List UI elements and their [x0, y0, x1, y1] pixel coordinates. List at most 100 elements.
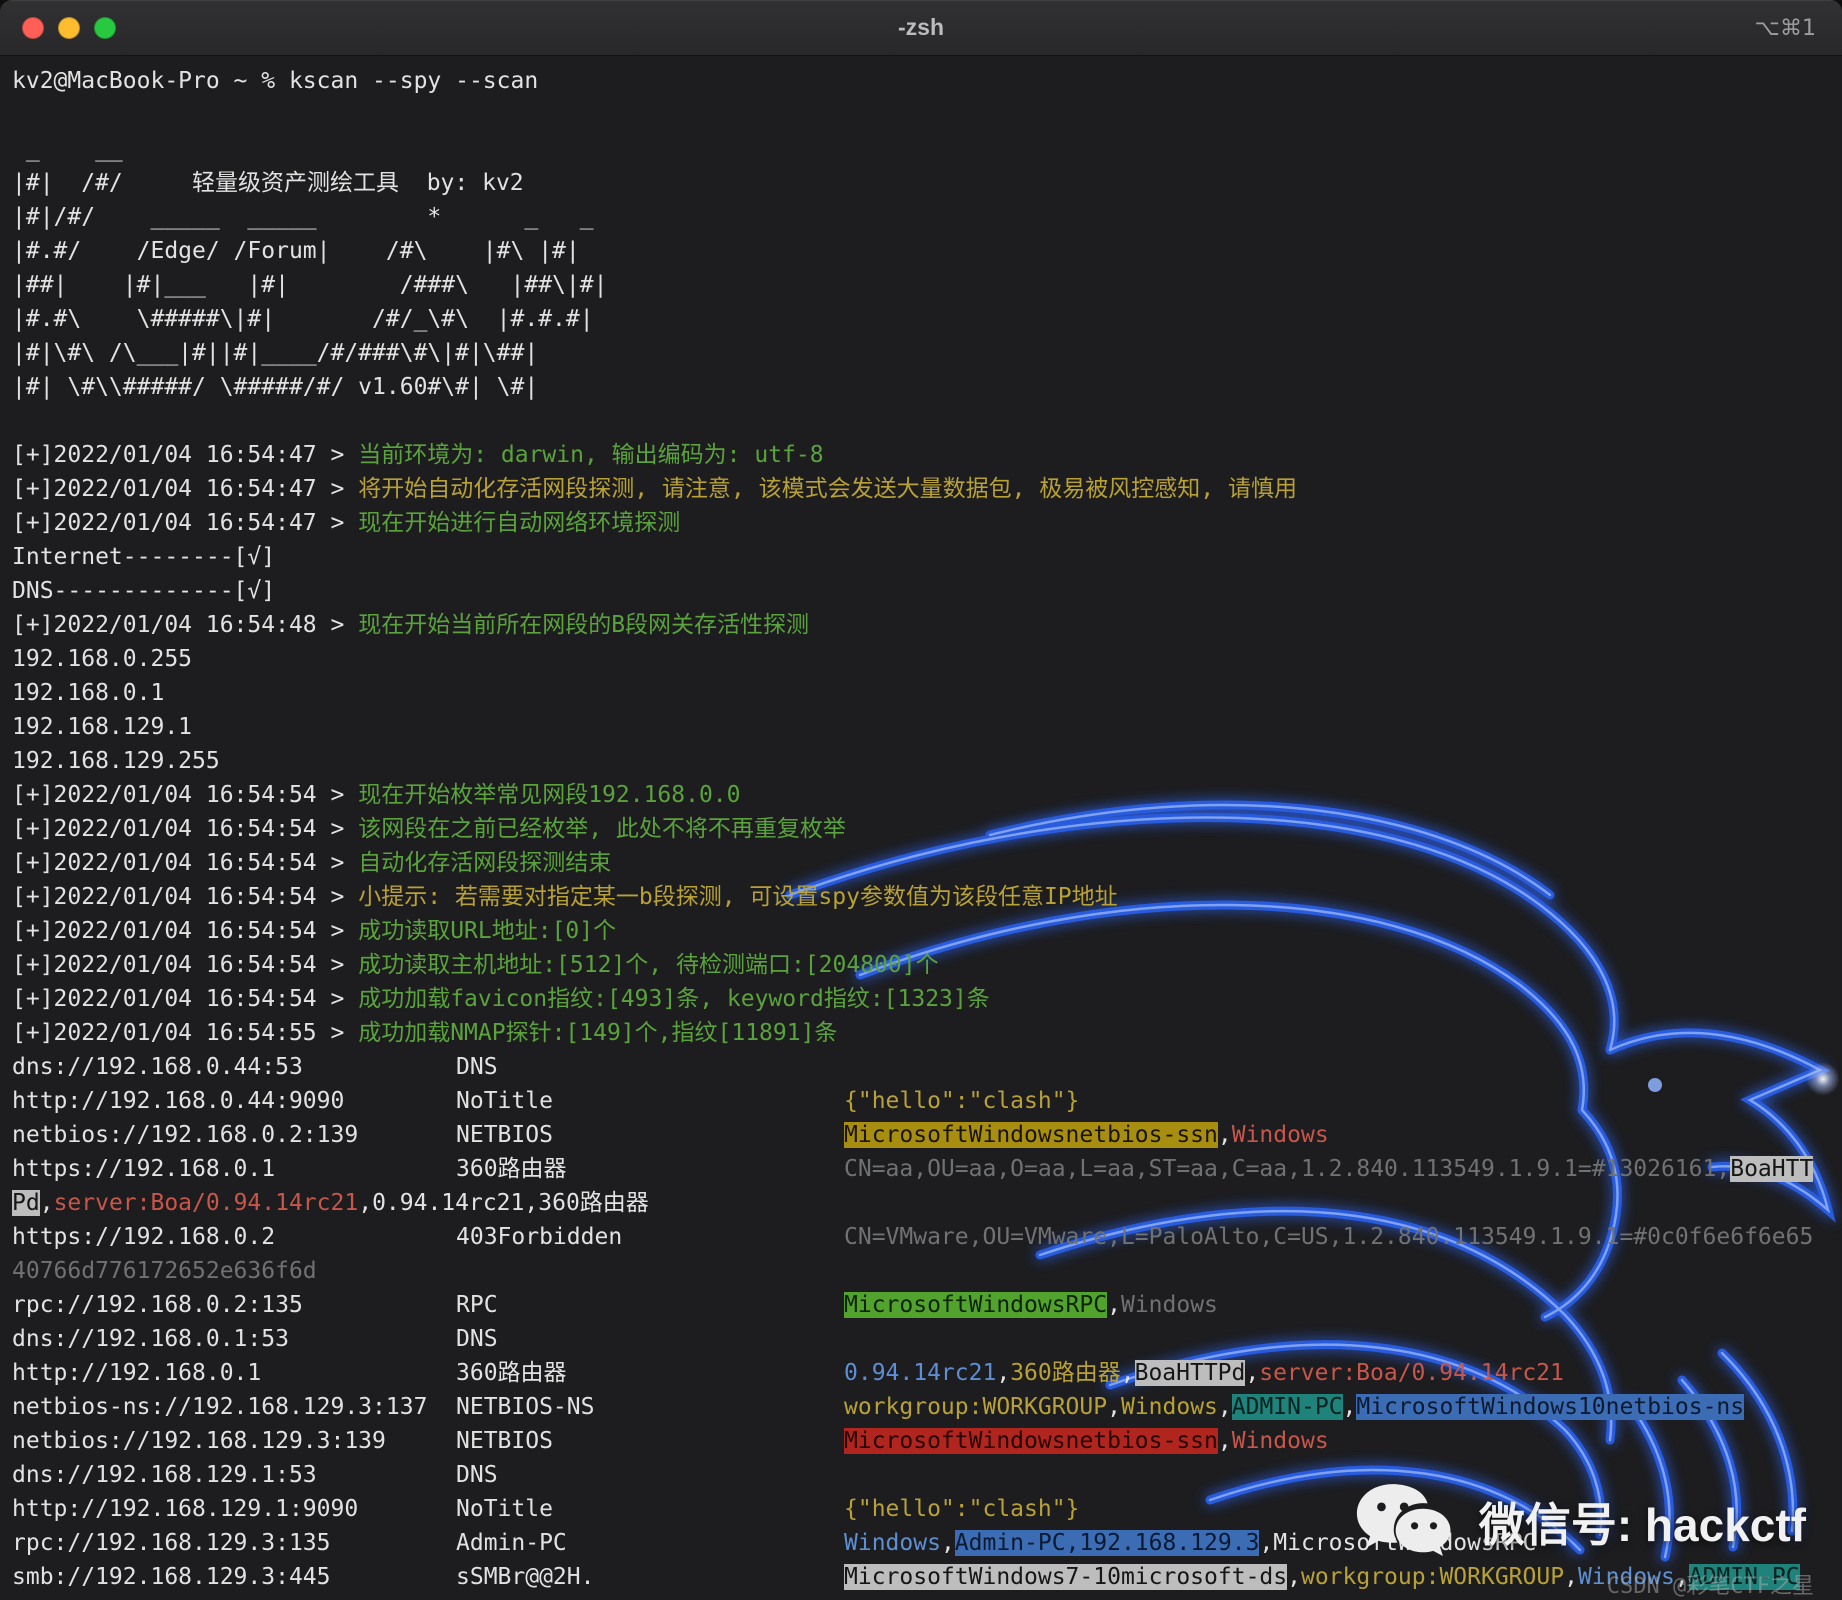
terminal-line: [+]2022/01/04 16:54:54 > 成功加载favicon指纹:[…: [12, 982, 1842, 1016]
text-segment: ,: [1564, 1564, 1578, 1590]
result-url: netbios://192.168.129.3:139: [12, 1428, 386, 1454]
text-segment: 0.94.14rc21: [844, 1360, 997, 1386]
terminal-line: [+]2022/01/04 16:54:47 > 当前环境为: darwin, …: [12, 438, 1842, 472]
text-segment: 0.94.14rc21: [372, 1190, 525, 1216]
terminal-line: [+]2022/01/04 16:54:47 > 将开始自动化存活网段探测, 请…: [12, 472, 1842, 506]
text-segment: [+]2022/01/04 16:54:55 >: [12, 1020, 359, 1046]
terminal-line: [+]2022/01/04 16:54:54 > 成功读取主机地址:[512]个…: [12, 948, 1842, 982]
result-banner: sSMBr@@2H.: [456, 1564, 595, 1590]
result-url: dns://192.168.129.1:53: [12, 1462, 317, 1488]
terminal-line: |#| /#/ 轻量级资产测绘工具 by: kv2: [12, 166, 1842, 200]
text-segment: |#|/#/ _____ _____ * _ _: [12, 204, 594, 230]
text-segment: 192.168.0.255: [12, 646, 193, 672]
terminal-line: 192.168.129.1: [12, 710, 1842, 744]
terminal-line: 192.168.129.255: [12, 744, 1842, 778]
result-url: netbios://192.168.0.2:139: [12, 1122, 359, 1148]
text-segment: MicrosoftWindows10netbios-ns: [1356, 1394, 1745, 1420]
result-row: https://192.168.0.1 360路由器 CN=aa,OU=aa,O=a…: [12, 1152, 1842, 1186]
terminal-line: [+]2022/01/04 16:54:54 > 该网段在之前已经枚举, 此处不…: [12, 812, 1842, 846]
minimize-button[interactable]: [58, 17, 80, 39]
zoom-button[interactable]: [94, 17, 116, 39]
text-segment: Admin-PC,192.168.129.3: [954, 1530, 1260, 1556]
result-row: https://192.168.0.2 403Forbidden CN=VMware…: [12, 1220, 1842, 1254]
text-segment: ,: [1287, 1564, 1301, 1590]
wechat-id-label: 微信号: hackctf: [1478, 1499, 1806, 1551]
terminal-line: [+]2022/01/04 16:54:54 > 小提示: 若需要对指定某一b段…: [12, 880, 1842, 914]
result-banner: NoTitle: [456, 1496, 553, 1522]
text-segment: DNS-------------[√]: [12, 578, 276, 604]
text-segment: [+]2022/01/04 16:54:54 >: [12, 782, 359, 808]
close-button[interactable]: [22, 17, 44, 39]
text-segment: 成功加载NMAP探针:[149]个,指纹[11891]条: [358, 1020, 838, 1046]
text-segment: |#.#\ \#####\|#| /#/_\#\ |#.#.#|: [12, 306, 594, 332]
terminal[interactable]: kv2@MacBook-Pro ~ % kscan --spy --scan _…: [0, 56, 1842, 1600]
text-segment: server:Boa/0.94.14rc21: [53, 1190, 359, 1216]
text-segment: ,: [1259, 1530, 1274, 1556]
text-segment: kv2@MacBook-Pro ~ % kscan --spy --scan: [12, 68, 539, 94]
text-segment: [+]2022/01/04 16:54:47 >: [12, 442, 359, 468]
result-banner: DNS: [456, 1326, 498, 1352]
text-segment: workgroup:WORKGROUP: [1300, 1564, 1565, 1590]
terminal-line: |##| |#|___ |#| /###\ |##\|#|: [12, 268, 1842, 302]
result-banner: NETBIOS-NS: [456, 1394, 595, 1420]
result-banner: NoTitle: [456, 1088, 553, 1114]
result-url: dns://192.168.0.1:53: [12, 1326, 289, 1352]
text-segment: 该网段在之前已经枚举, 此处不将不再重复枚举: [358, 816, 846, 842]
text-segment: _ __: [12, 136, 123, 162]
text-segment: [+]2022/01/04 16:54:54 >: [12, 952, 359, 978]
terminal-window: -zsh ⌥⌘1 kv2@MacBook-Pro ~ % kscan --spy…: [0, 0, 1842, 1600]
text-segment: |#| /#/ 轻量级资产测绘工具 by: kv2: [12, 170, 524, 196]
window-title: -zsh: [898, 14, 944, 40]
result-banner: DNS: [456, 1462, 498, 1488]
result-banner: NETBIOS: [456, 1428, 553, 1454]
text-segment: ,: [1245, 1360, 1260, 1386]
text-segment: ,: [1107, 1394, 1121, 1420]
wechat-watermark: 微信号: hackctf: [1355, 1478, 1806, 1566]
terminal-line: |#|/#/ _____ _____ * _ _: [12, 200, 1842, 234]
text-segment: Windows: [1120, 1394, 1218, 1420]
text-segment: workgroup:WORKGROUP: [844, 1394, 1108, 1420]
terminal-line: [+]2022/01/04 16:54:54 > 现在开始枚举常见网段192.1…: [12, 778, 1842, 812]
text-segment: ,: [1107, 1292, 1121, 1318]
text-segment: [+]2022/01/04 16:54:47 >: [12, 510, 359, 536]
text-segment: Windows: [1120, 1292, 1218, 1318]
result-banner: 360路由器: [456, 1360, 567, 1386]
result-url: https://192.168.0.1: [12, 1156, 276, 1182]
text-segment: 192.168.0.1: [12, 680, 165, 706]
text-segment: 40766d776172652e636f6d: [12, 1258, 317, 1284]
text-segment: ,: [940, 1530, 955, 1556]
text-segment: MicrosoftWindowsnetbios-ssn: [844, 1428, 1218, 1454]
text-segment: [+]2022/01/04 16:54:54 >: [12, 884, 359, 910]
result-row: dns://192.168.0.1:53 DNS: [12, 1322, 1842, 1356]
text-segment: [+]2022/01/04 16:54:47 >: [12, 476, 359, 502]
text-segment: 自动化存活网段探测结束: [358, 850, 612, 876]
terminal-line: 40766d776172652e636f6d: [12, 1254, 1842, 1288]
terminal-line: [+]2022/01/04 16:54:54 > 自动化存活网段探测结束: [12, 846, 1842, 880]
terminal-line: 192.168.0.255: [12, 642, 1842, 676]
text-segment: |#|\#\ /\___|#||#|____/#/###\#\|#|\##|: [12, 340, 539, 366]
result-banner: RPC: [456, 1292, 498, 1318]
terminal-line: DNS-------------[√]: [12, 574, 1842, 608]
result-row: http://192.168.0.44:9090 NoTitle {"hello":…: [12, 1084, 1842, 1118]
result-url: http://192.168.0.1: [12, 1360, 262, 1386]
result-row: http://192.168.0.1 360路由器 0.94.14rc21,360路…: [12, 1356, 1842, 1390]
result-url: rpc://192.168.0.2:135: [12, 1292, 303, 1318]
text-segment: 360路由器: [538, 1190, 649, 1216]
result-row: netbios-ns://192.168.129.3:137 NETBIOS-NS…: [12, 1390, 1842, 1424]
result-url: http://192.168.0.44:9090: [12, 1088, 345, 1114]
text-segment: {"hello":"clash"}: [844, 1496, 1080, 1522]
text-segment: ,: [39, 1190, 54, 1216]
text-segment: 成功读取URL地址:[0]个: [358, 918, 617, 944]
result-url: rpc://192.168.129.3:135: [12, 1530, 331, 1556]
text-segment: MicrosoftWindowsRPC: [844, 1292, 1108, 1318]
text-segment: Pd: [12, 1190, 40, 1216]
text-segment: 360路由器: [1010, 1360, 1121, 1386]
text-segment: 成功读取主机地址:[512]个, 待检测端口:[204800]个: [358, 952, 939, 978]
terminal-line: |#.#\ \#####\|#| /#/_\#\ |#.#.#|: [12, 302, 1842, 336]
text-segment: [+]2022/01/04 16:54:54 >: [12, 986, 359, 1012]
result-row: dns://192.168.0.44:53 DNS: [12, 1050, 1842, 1084]
text-segment: ,: [1120, 1360, 1135, 1386]
text-segment: ,: [524, 1190, 539, 1216]
text-segment: |##| |#|___ |#| /###\ |##\|#|: [12, 272, 608, 298]
